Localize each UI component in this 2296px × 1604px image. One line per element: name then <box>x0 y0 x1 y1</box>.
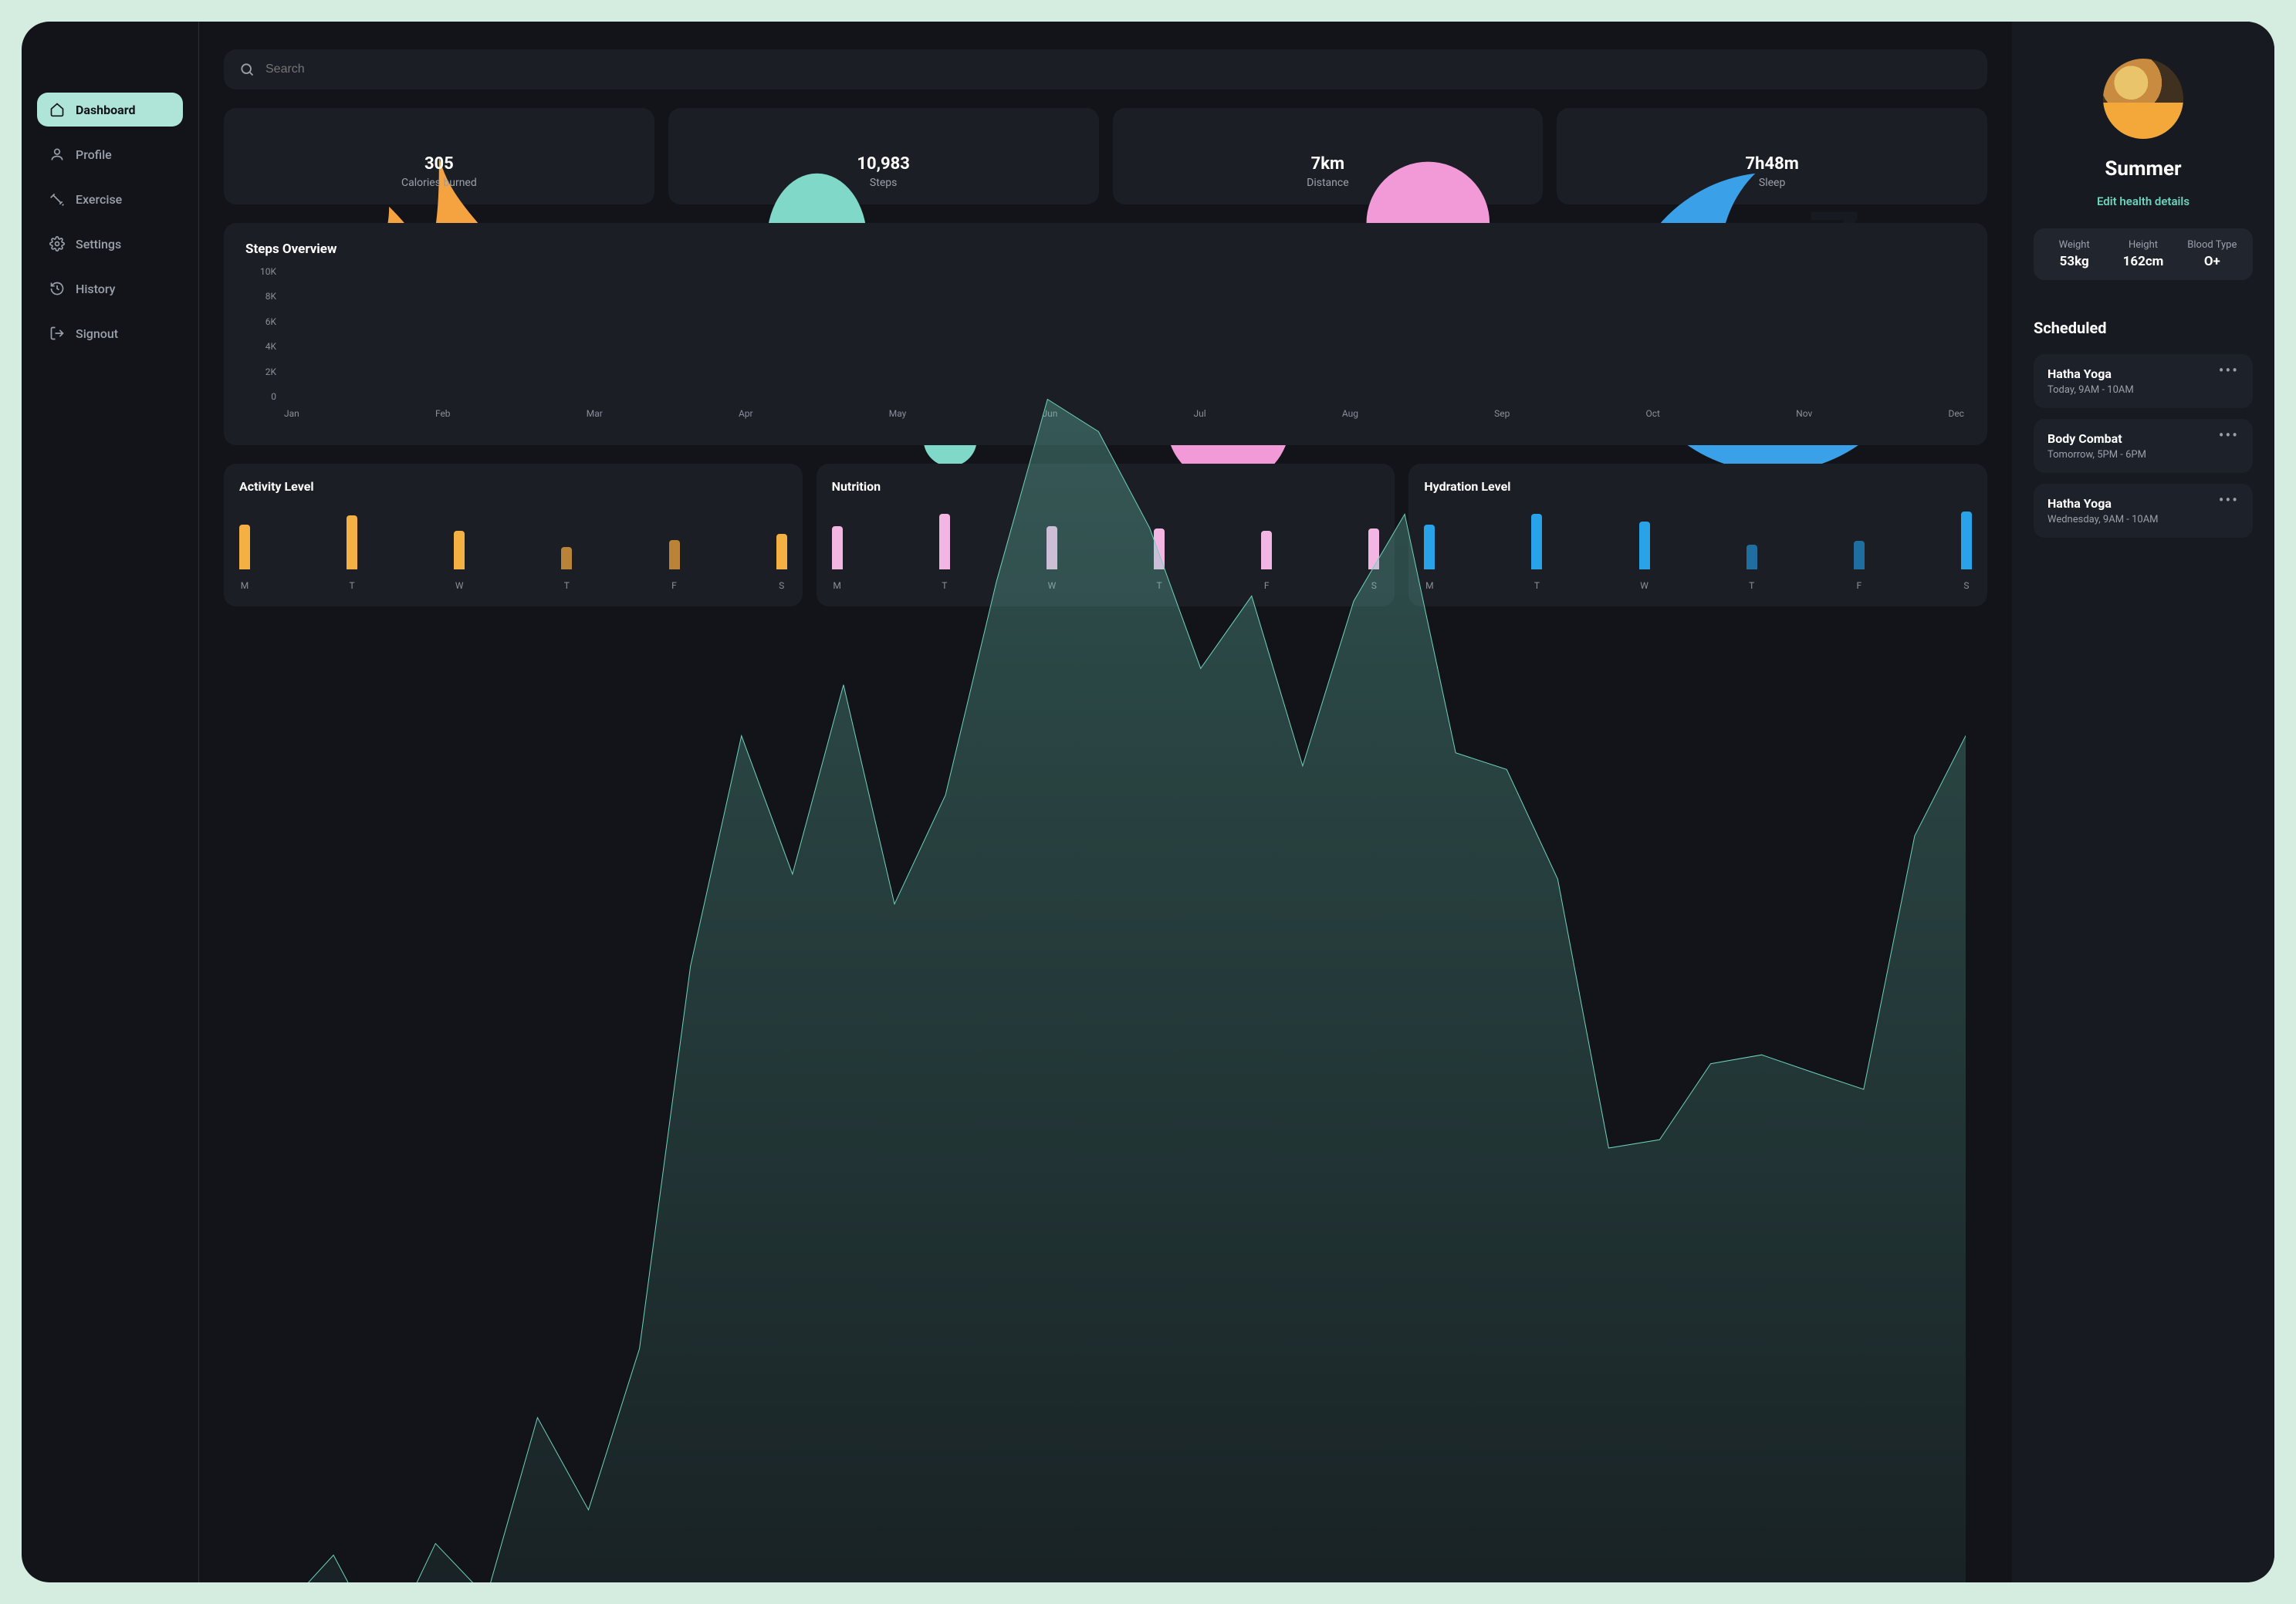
health-metric-blood-type: Blood Type O+ <box>2178 239 2247 269</box>
y-tick: 2K <box>245 366 276 377</box>
day-label: M <box>239 580 250 591</box>
health-metric-label: Weight <box>2040 239 2108 251</box>
steps-icon <box>684 123 1084 144</box>
search-input[interactable] <box>265 62 1972 76</box>
sidebar-item-history[interactable]: History <box>37 272 183 306</box>
y-tick: 10K <box>245 266 276 277</box>
profile-name: Summer <box>2034 157 2253 181</box>
sidebar-item-exercise[interactable]: Exercise <box>37 182 183 216</box>
sidebar-item-settings[interactable]: Settings <box>37 227 183 261</box>
stat-steps[interactable]: 10,983Steps <box>668 108 1099 204</box>
sidebar: Dashboard Profile Exercise Settings History S… <box>22 22 199 1582</box>
sidebar-item-label: Profile <box>76 147 112 162</box>
sidebar-item-label: Settings <box>76 237 121 252</box>
scheduled-title: Body Combat <box>2047 431 2146 446</box>
scheduled-heading: Scheduled <box>2034 319 2253 337</box>
health-metric-label: Blood Type <box>2178 239 2247 251</box>
scheduled-item[interactable]: Body Combat Tomorrow, 5PM - 6PM ••• <box>2034 419 2253 473</box>
steps-overview-card: Steps Overview 10K8K6K4K2K0 JanFebMarApr… <box>224 223 1987 445</box>
stats-row: 305Calories burned10,983Steps7kmDistance… <box>224 108 1987 204</box>
scheduled-item[interactable]: Hatha Yoga Today, 9AM - 10AM ••• <box>2034 354 2253 408</box>
search-icon <box>239 62 255 77</box>
health-metric-height: Height 162cm <box>2108 239 2177 269</box>
profile-panel: Summer Edit health details Weight 53kgHei… <box>2012 22 2274 1582</box>
history-icon <box>49 281 65 296</box>
y-tick: 8K <box>245 291 276 302</box>
sidebar-item-signout[interactable]: Signout <box>37 316 183 350</box>
scheduled-time: Wednesday, 9AM - 10AM <box>2047 514 2159 525</box>
health-metric-label: Height <box>2108 239 2177 251</box>
y-axis: 10K 8K 6K 4K 2K 0 <box>245 265 276 404</box>
scheduled-title: Hatha Yoga <box>2047 496 2159 511</box>
sidebar-item-dashboard[interactable]: Dashboard <box>37 93 183 127</box>
sidebar-item-profile[interactable]: Profile <box>37 137 183 171</box>
sidebar-item-label: History <box>76 282 116 296</box>
signout-icon <box>49 326 65 341</box>
home-icon <box>49 102 65 117</box>
avatar[interactable] <box>2103 59 2183 139</box>
gear-icon <box>49 236 65 252</box>
sidebar-item-label: Dashboard <box>76 103 135 117</box>
scheduled-item[interactable]: Hatha Yoga Wednesday, 9AM - 10AM ••• <box>2034 484 2253 538</box>
app-frame: Dashboard Profile Exercise Settings History S… <box>22 22 2274 1582</box>
route-icon <box>1128 123 1528 144</box>
stat-distance[interactable]: 7kmDistance <box>1113 108 1544 204</box>
steps-overview-title: Steps Overview <box>245 241 1966 257</box>
y-tick: 0 <box>245 391 276 402</box>
scheduled-time: Tomorrow, 5PM - 6PM <box>2047 449 2146 461</box>
scheduled-title: Hatha Yoga <box>2047 366 2134 381</box>
user-icon <box>49 147 65 162</box>
health-metric-weight: Weight 53kg <box>2040 239 2108 269</box>
health-metric-value: 162cm <box>2108 254 2177 269</box>
more-icon[interactable]: ••• <box>2219 431 2239 439</box>
nav-list: Dashboard Profile Exercise Settings History S… <box>37 59 183 350</box>
bar <box>239 525 250 569</box>
stat-sleep[interactable]: z7h48mSleep <box>1557 108 1987 204</box>
flame-icon <box>239 123 639 144</box>
health-metric-value: 53kg <box>2040 254 2108 269</box>
steps-plot <box>282 265 1966 404</box>
scheduled-list: Hatha YogaToday, 9AM - 10AM•••Body Comba… <box>2034 354 2253 538</box>
more-icon[interactable]: ••• <box>2219 366 2239 374</box>
main-content: 305Calories burned10,983Steps7kmDistance… <box>199 22 2012 1582</box>
health-metrics: Weight 53kgHeight 162cmBlood Type O+ <box>2034 228 2253 280</box>
health-metric-value: O+ <box>2178 254 2247 269</box>
scheduled-time: Today, 9AM - 10AM <box>2047 384 2134 396</box>
sidebar-item-label: Exercise <box>76 192 122 207</box>
edit-health-link[interactable]: Edit health details <box>2034 194 2253 208</box>
y-tick: 4K <box>245 341 276 352</box>
moon-icon: z <box>1572 123 1972 144</box>
sidebar-item-label: Signout <box>76 326 118 341</box>
search-bar[interactable] <box>224 49 1987 89</box>
dumbbell-icon <box>49 191 65 207</box>
y-tick: 6K <box>245 316 276 327</box>
more-icon[interactable]: ••• <box>2219 496 2239 504</box>
stat-calories-burned[interactable]: 305Calories burned <box>224 108 654 204</box>
